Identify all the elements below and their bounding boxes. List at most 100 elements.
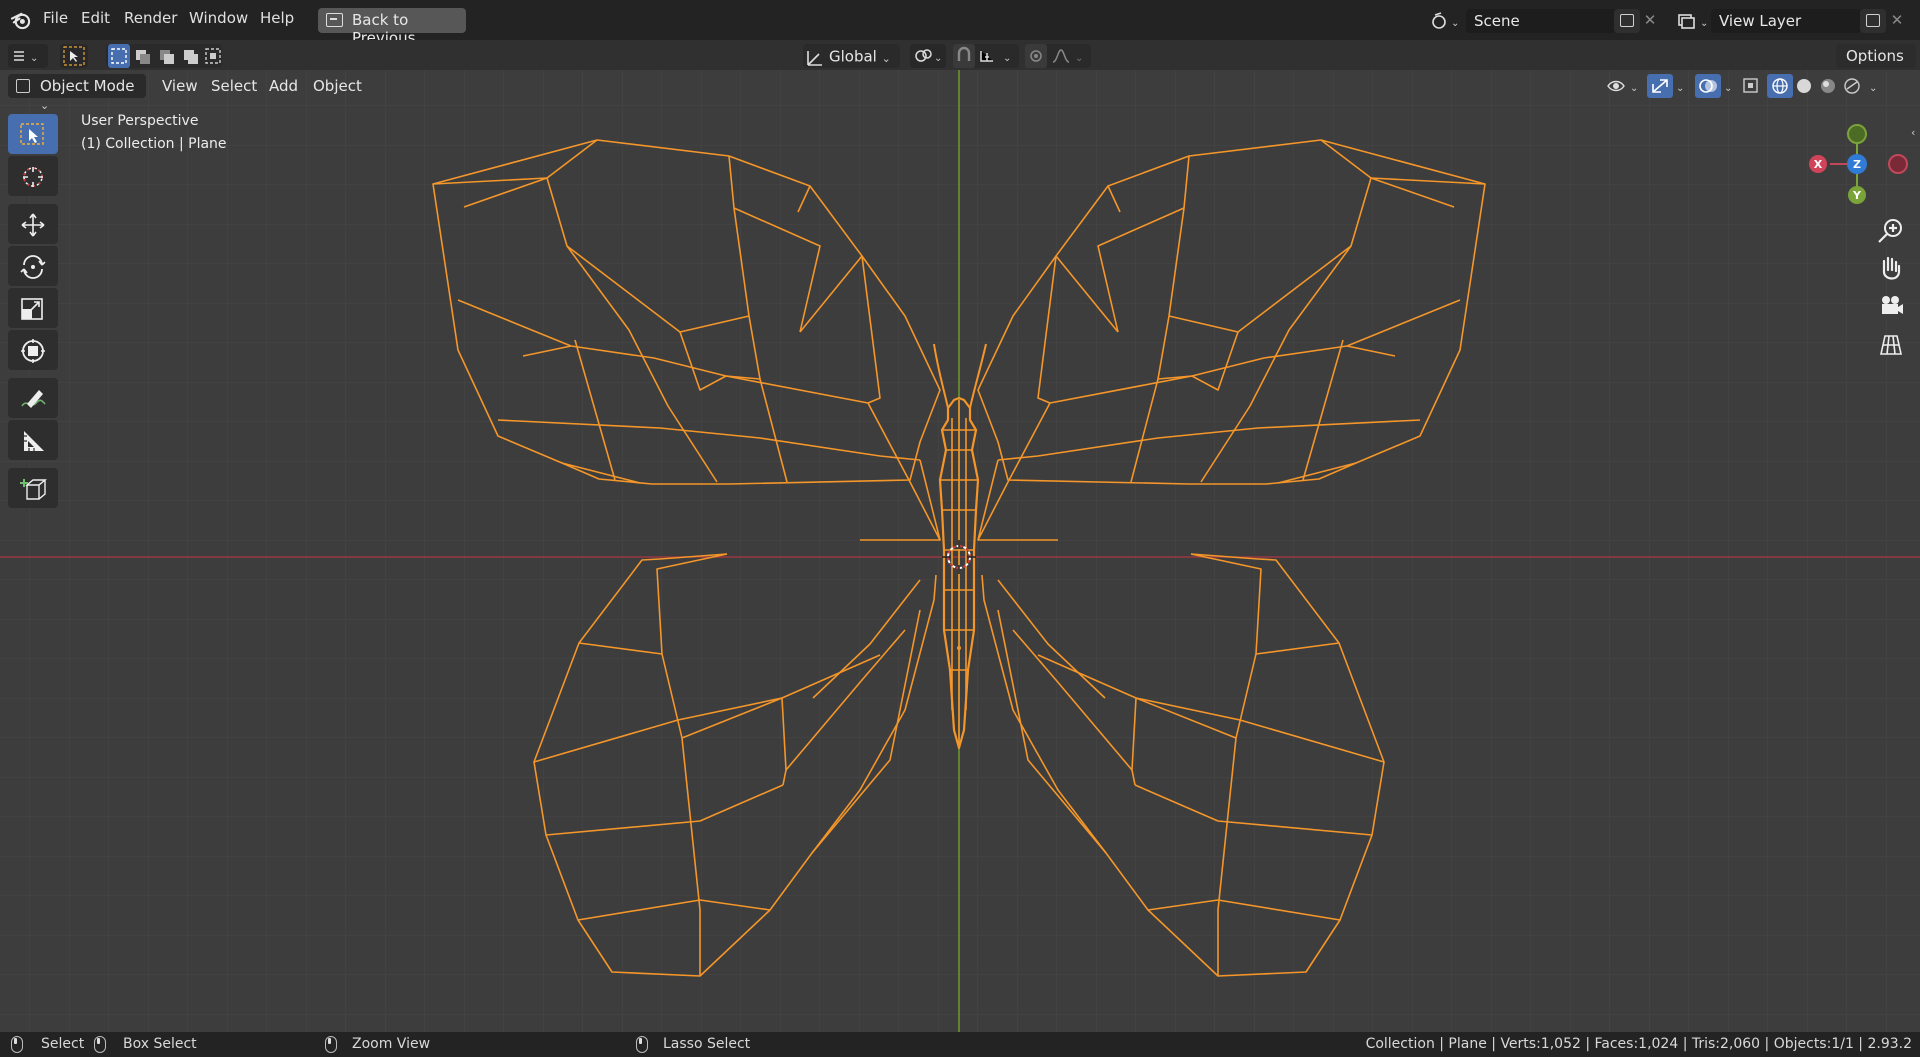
gizmo-neg-y-icon[interactable] [1847, 124, 1867, 144]
pivot-icon: ⌄ [915, 49, 942, 64]
view-layer-dropdown[interactable]: ⌄ [1674, 9, 1712, 33]
svg-text:⌄: ⌄ [1676, 83, 1684, 94]
viewport-editor-icon: ⌄ [14, 51, 38, 64]
visibility-icon[interactable]: ⌄ [1607, 80, 1638, 95]
cursor-tool[interactable] [8, 156, 58, 196]
object-mode-dropdown[interactable]: Object Mode ⌄ [8, 74, 146, 112]
camera-view-icon[interactable] [1873, 290, 1909, 324]
3d-viewport[interactable]: Object Mode ⌄ View Select Add Object ⌄ ⌄… [0, 70, 1920, 1032]
proportional-edit-icon: ⌄ [1025, 44, 1083, 68]
status-lasso-select: Lasso Select [663, 1036, 751, 1052]
menu-render[interactable]: Render [124, 9, 177, 27]
viewport-overlay-controls: ⌄ ⌄ ⌄ ⌄ [1607, 74, 1877, 98]
top-menu-bar: File Edit Render Window Help Back to Pre… [0, 0, 1920, 47]
status-bar: Select Box Select Zoom View Lasso Select… [0, 1032, 1920, 1057]
svg-text:⌄: ⌄ [1700, 18, 1708, 29]
zoom-in-icon[interactable] [1873, 214, 1909, 248]
annotate-pencil-icon [21, 390, 46, 408]
transform-orientation-dropdown[interactable]: Global ⌄ [803, 44, 900, 68]
snap-icon: ⌄ [953, 44, 1011, 68]
options-label: Options [1846, 47, 1904, 65]
status-box-select: Box Select [123, 1036, 197, 1052]
svg-text:⌄: ⌄ [1630, 83, 1638, 94]
menu-help[interactable]: Help [260, 9, 294, 27]
mouse-right-icon [636, 1036, 648, 1053]
orientation-icon [807, 51, 822, 66]
status-zoom-view: Zoom View [352, 1036, 431, 1052]
scene-statistics: Collection | Plane | Verts:1,052 | Faces… [1365, 1036, 1912, 1052]
material-shading-icon[interactable] [1821, 79, 1835, 93]
object-mode-icon [16, 79, 30, 93]
snapping-group[interactable]: ⌄ [953, 44, 1019, 68]
scale-tool[interactable] [8, 288, 58, 328]
object-mode-label: Object Mode [40, 77, 135, 95]
blender-logo-icon[interactable] [10, 10, 31, 31]
menu-edit[interactable]: Edit [81, 9, 110, 27]
shading-options-chevron[interactable]: ⌄ [1869, 83, 1877, 94]
svg-text:⌄: ⌄ [1003, 53, 1011, 64]
butterfly-wireframe[interactable] [0, 70, 1920, 1032]
orthographic-toggle-icon[interactable] [1873, 328, 1909, 362]
menu-window[interactable]: Window [189, 9, 248, 27]
scene-name-field[interactable]: Scene [1466, 9, 1616, 33]
svg-text:⌄: ⌄ [1724, 83, 1732, 94]
options-dropdown[interactable]: Options ⌄ [1836, 44, 1916, 82]
transform-tool[interactable] [8, 330, 58, 370]
svg-text:⌄: ⌄ [30, 53, 38, 64]
object-origin [957, 646, 961, 650]
menu-file[interactable]: File [43, 9, 68, 27]
chevron-down-icon: ⌄ [881, 51, 891, 65]
crosshair-icon [23, 167, 43, 187]
pivot-point-dropdown[interactable]: ⌄ [910, 44, 946, 68]
rotate-icon [20, 255, 46, 279]
view-layer-icon: ⌄ [1678, 14, 1708, 29]
transform-orientation-label: Global [829, 47, 877, 66]
navigation-gizmo[interactable]: X Z Y [1802, 108, 1912, 208]
duplicate-icon [1866, 14, 1880, 27]
viewport-menu-add[interactable]: Add [269, 77, 298, 95]
tool-settings-header: ⌄ Global ⌄ ⌄ ⌄ ⌄ Options [0, 40, 1920, 82]
proportional-edit-group[interactable]: ⌄ [1025, 44, 1091, 68]
cursor-select-icon [63, 46, 85, 66]
add-cube-tool[interactable] [8, 468, 58, 508]
back-icon [326, 13, 343, 27]
viewport-menu-object[interactable]: Object [313, 77, 362, 95]
gizmo-x-label: X [1814, 158, 1823, 171]
gizmo-y-label: Y [1852, 189, 1862, 202]
active-collection-label: (1) Collection | Plane [81, 136, 227, 152]
tool-select-button[interactable] [60, 44, 88, 68]
move-tool[interactable] [8, 204, 58, 244]
add-cube-icon [20, 479, 47, 500]
delete-scene-button[interactable]: ✕ [1639, 9, 1661, 33]
back-to-previous-button[interactable]: Back to Previous [318, 8, 466, 47]
duplicate-icon [1620, 14, 1634, 27]
solid-shading-icon[interactable] [1797, 79, 1811, 93]
gizmo-z-label: Z [1853, 158, 1861, 171]
select-box-icon [20, 123, 44, 145]
editor-type-dropdown[interactable]: ⌄ [8, 44, 48, 68]
ruler-icon [24, 431, 44, 451]
rotate-tool[interactable] [8, 246, 58, 286]
scale-icon [21, 298, 43, 320]
new-view-layer-button[interactable] [1860, 9, 1886, 33]
move-arrows-icon [21, 213, 45, 237]
new-scene-button[interactable] [1614, 9, 1640, 33]
pan-hand-icon[interactable] [1873, 252, 1909, 286]
annotate-tool[interactable] [8, 378, 58, 418]
scene-type-dropdown[interactable]: ⌄ [1427, 9, 1465, 33]
rendered-shading-icon[interactable] [1844, 78, 1860, 94]
mouse-middle-icon [325, 1036, 337, 1053]
viewport-menu-view[interactable]: View [162, 77, 198, 95]
selection-mode-group [106, 44, 222, 68]
xray-toggle-icon[interactable] [1743, 78, 1758, 93]
delete-view-layer-button[interactable]: ✕ [1886, 9, 1908, 33]
chevron-down-icon: ⌄ [40, 99, 50, 112]
measure-tool[interactable] [8, 420, 58, 460]
viewport-menu-select[interactable]: Select [211, 77, 257, 95]
svg-text:⌄: ⌄ [1075, 53, 1083, 64]
view-layer-name-field[interactable]: View Layer [1711, 9, 1861, 33]
svg-text:⌄: ⌄ [934, 53, 942, 64]
status-select: Select [41, 1036, 85, 1052]
gizmo-pos-x-icon[interactable] [1888, 154, 1908, 174]
select-box-tool[interactable] [8, 114, 58, 154]
